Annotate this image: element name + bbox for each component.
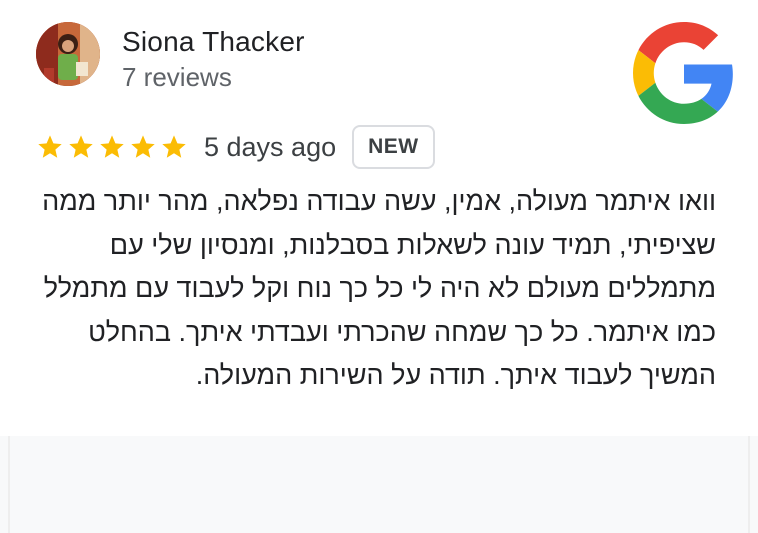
star-rating: [36, 133, 188, 161]
profile-photo-icon: [36, 22, 100, 86]
strip-divider: [748, 436, 750, 533]
rating-row: 5 days ago NEW: [36, 124, 435, 170]
reviewer-avatar[interactable]: [36, 22, 100, 86]
star-icon: [162, 135, 186, 158]
review-text: וואו איתמר מעולה, אמין, עשה עבודה נפלאה,…: [42, 186, 716, 390]
google-g-icon: [633, 22, 733, 124]
star-icon: [69, 135, 93, 158]
star-icon: [131, 135, 155, 158]
review-card: Siona Thacker 7 reviews 5 days ago NEW ו…: [0, 0, 758, 533]
star-icon: [38, 135, 62, 158]
bottom-divider-area: [0, 436, 758, 533]
reviewer-review-count[interactable]: 7 reviews: [122, 62, 232, 93]
strip-divider: [8, 436, 10, 533]
new-badge: NEW: [352, 125, 435, 169]
review-time: 5 days ago: [204, 131, 337, 162]
reviewer-name[interactable]: Siona Thacker: [122, 26, 305, 58]
star-icon: [100, 135, 124, 158]
